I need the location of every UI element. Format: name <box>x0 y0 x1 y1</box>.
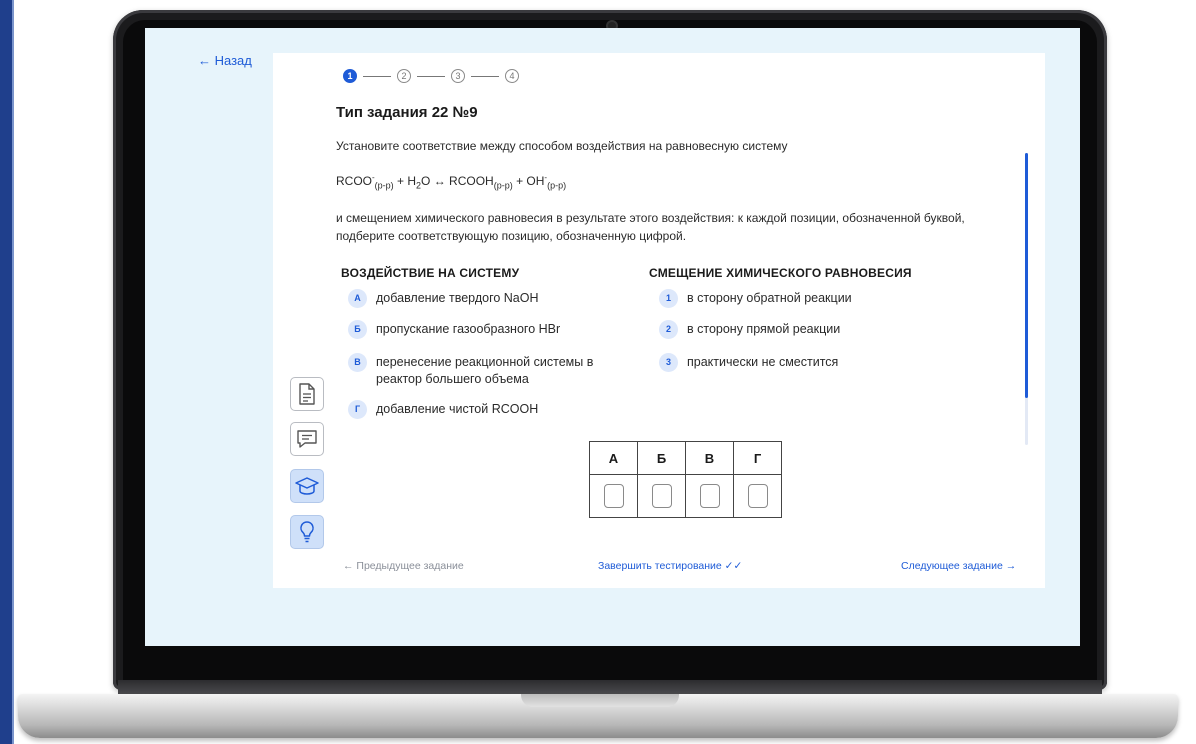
option-1: 1 в сторону обратной реакции <box>659 289 979 308</box>
option-2: 2 в сторону прямой реакции <box>659 320 979 339</box>
step-2[interactable]: 2 <box>397 69 411 83</box>
step-4[interactable]: 4 <box>505 69 519 83</box>
option-letter-badge: Г <box>348 400 367 419</box>
step-3[interactable]: 3 <box>451 69 465 83</box>
back-link[interactable]: ← Назад <box>198 53 252 68</box>
left-edge-stripe <box>0 0 14 744</box>
option-number-badge: 1 <box>659 289 678 308</box>
answer-cell <box>733 474 782 518</box>
option-a: А добавление твердого NaOH <box>348 289 608 308</box>
option-text: пропускание газообразного HBr <box>376 322 561 336</box>
reaction-formula: RCOO-(р-р) + H2O ↔ RCOOH(р-р) + OH-(р-р) <box>336 173 566 190</box>
answer-input-a[interactable] <box>603 484 624 508</box>
formula-part: RCOO <box>336 174 372 188</box>
finish-test-link[interactable]: Завершить тестирование ✓✓ <box>598 560 742 572</box>
formula-sub: (р-р) <box>547 180 567 191</box>
theory-button[interactable] <box>290 469 324 503</box>
answer-table: А Б В Г <box>589 441 782 518</box>
option-text: практически не сместится <box>687 355 839 369</box>
answer-input-g[interactable] <box>747 484 768 508</box>
right-column-header: СМЕЩЕНИЕ ХИМИЧЕСКОГО РАВНОВЕСИЯ <box>649 266 912 280</box>
next-task-link[interactable]: Следующее задание → <box>901 560 1016 572</box>
document-icon <box>299 383 315 405</box>
option-text: в сторону обратной реакции <box>687 291 852 305</box>
laptop-notch <box>521 694 679 707</box>
task-card: 1 2 3 4 Тип задания 22 №9 Установите соо… <box>273 53 1045 588</box>
task-intro: Установите соответствие между способом в… <box>336 139 788 153</box>
option-3: 3 практически не сместится <box>659 353 979 372</box>
option-text: перенесение реакционной системы в реакто… <box>376 355 594 386</box>
scrollbar[interactable] <box>1025 153 1028 445</box>
option-text: добавление чистой RCOOH <box>376 402 539 416</box>
answer-input-b[interactable] <box>651 484 672 508</box>
laptop-screen: ← Назад 1 2 3 4 Тип задания 22 №9 Устано… <box>145 28 1080 646</box>
task-title: Тип задания 22 №9 <box>336 104 478 121</box>
task-instruction: и смещением химического равновесия в рез… <box>336 211 965 243</box>
option-letter-badge: А <box>348 289 367 308</box>
answer-header-v: В <box>685 441 734 475</box>
left-column-header: ВОЗДЕЙСТВИЕ НА СИСТЕМУ <box>341 266 520 280</box>
answer-input-v[interactable] <box>699 484 720 508</box>
stepper: 1 2 3 4 <box>343 69 519 83</box>
formula-sub: (р-р) <box>493 180 513 191</box>
option-v: В перенесение реакционной системы в реак… <box>348 353 616 388</box>
answer-header-b: Б <box>637 441 686 475</box>
formula-part: + H <box>393 174 417 188</box>
formula-part: O ↔ RCOOH <box>421 174 494 188</box>
answer-cell <box>637 474 686 518</box>
step-connector <box>417 75 445 77</box>
option-text: в сторону прямой реакции <box>687 322 841 336</box>
previous-task-link[interactable]: ← Предыдущее задание <box>343 560 464 572</box>
option-g: Г добавление чистой RCOOH <box>348 400 608 419</box>
comment-button[interactable] <box>290 422 324 456</box>
lightbulb-icon <box>300 521 314 543</box>
comment-icon <box>297 430 317 448</box>
option-number-badge: 3 <box>659 353 678 372</box>
formula-part: + OH <box>512 174 545 188</box>
option-letter-badge: В <box>348 353 367 372</box>
scrollbar-thumb[interactable] <box>1025 153 1028 398</box>
hint-button[interactable] <box>290 515 324 549</box>
laptop-hinge <box>118 680 1102 694</box>
step-connector <box>363 75 391 77</box>
formula-sub: (р-р) <box>374 180 394 191</box>
answer-header-g: Г <box>733 441 782 475</box>
step-1[interactable]: 1 <box>343 69 357 83</box>
step-connector <box>471 75 499 77</box>
graduation-cap-icon <box>295 477 319 495</box>
option-number-badge: 2 <box>659 320 678 339</box>
option-letter-badge: Б <box>348 320 367 339</box>
answer-cell <box>589 474 638 518</box>
document-button[interactable] <box>290 377 324 411</box>
option-text: добавление твердого NaOH <box>376 291 539 305</box>
answer-header-a: А <box>589 441 638 475</box>
answer-cell <box>685 474 734 518</box>
option-b: Б пропускание газообразного HBr <box>348 320 608 339</box>
